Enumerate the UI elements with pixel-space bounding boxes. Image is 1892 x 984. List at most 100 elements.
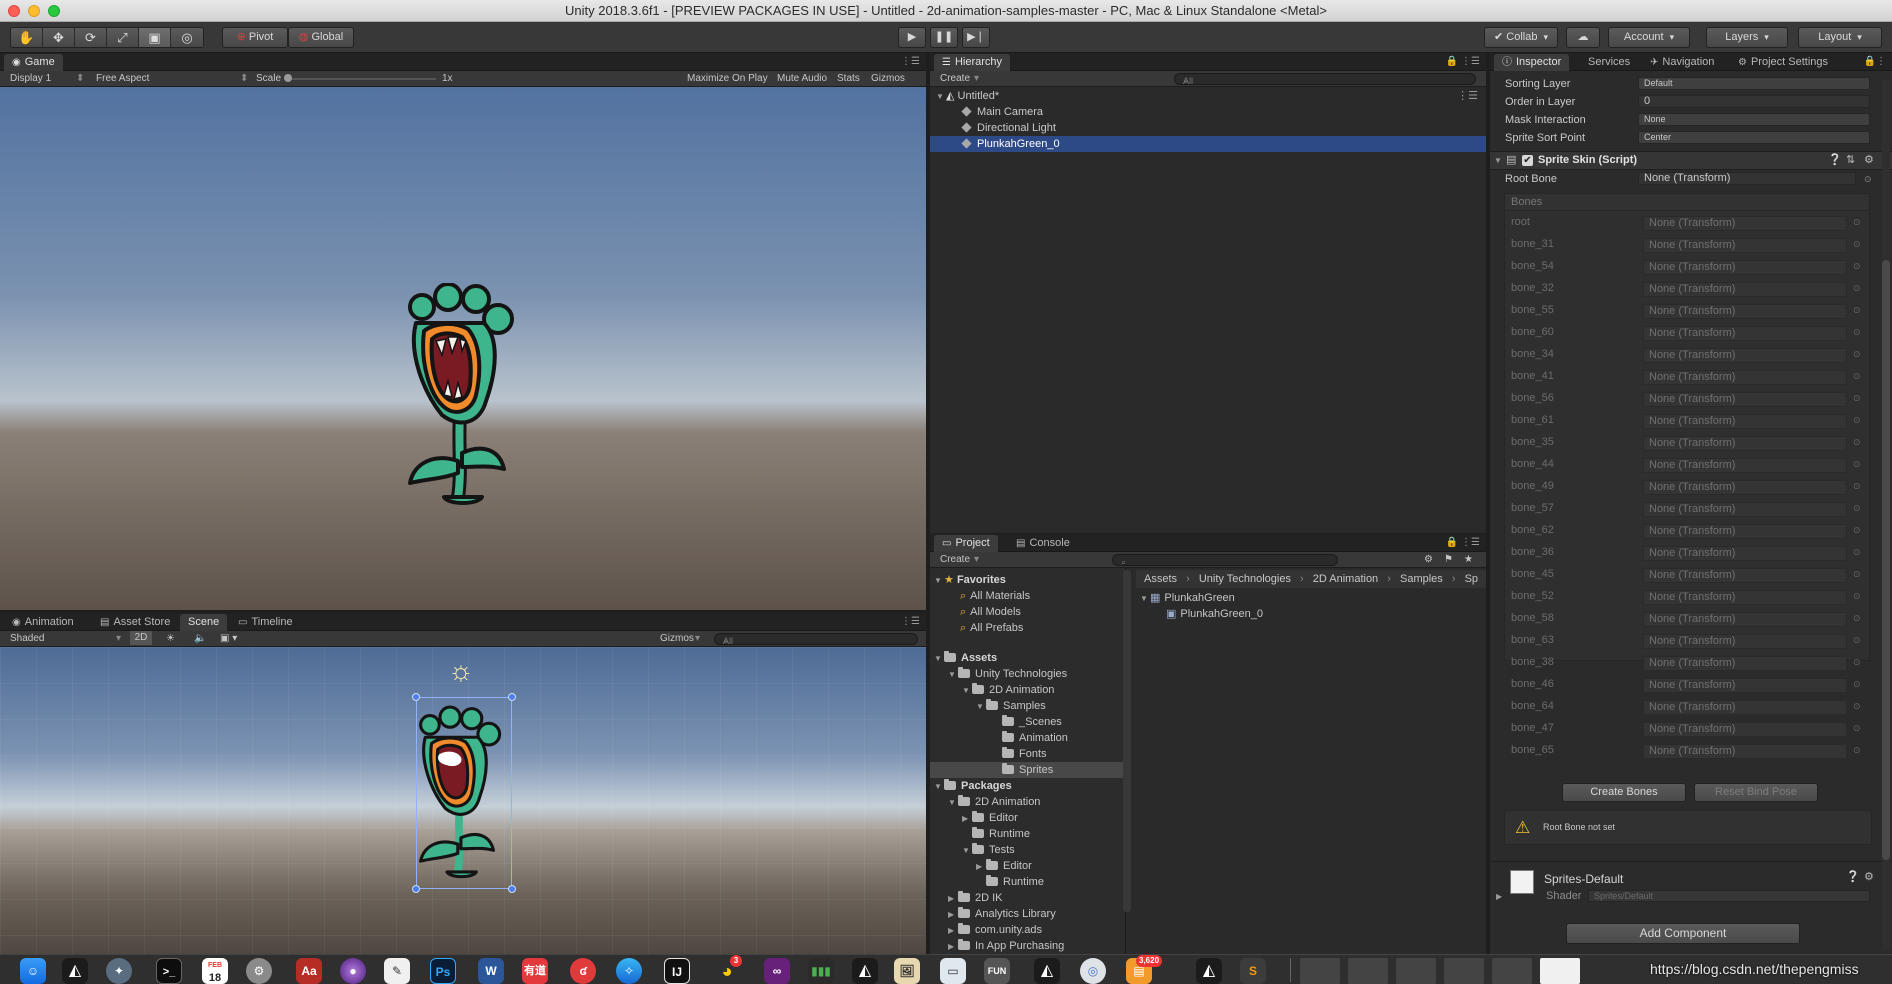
create-bones-button[interactable]: Create Bones [1562,783,1686,802]
filter-by-label-icon[interactable]: ⚑ [1444,554,1453,565]
bone-transform-field[interactable]: None (Transform) [1643,744,1847,759]
tree-unity-technologies[interactable]: ▼ Unity Technologies [948,666,1067,682]
scene-viewport[interactable]: ☼ [0,647,926,954]
object-picker-icon[interactable]: ⊙ [1853,459,1861,470]
unity-project-icon[interactable]: ◭ [1196,958,1222,984]
file-plunkahgreen-0[interactable]: ▣ PlunkahGreen_0 [1166,606,1263,622]
bone-transform-field[interactable]: None (Transform) [1643,326,1847,341]
help-icon[interactable]: ❔ [1828,152,1842,169]
hierarchy-item-directional-light[interactable]: Directional Light [930,120,1486,136]
tab-asset-store[interactable]: ▤ Asset Store [92,614,178,631]
bone-transform-field[interactable]: None (Transform) [1643,392,1847,407]
sprite-skin-header[interactable]: ▼ ▤ ✔ Sprite Skin (Script) ❔ ⇅ ⚙ [1490,151,1892,170]
object-picker-icon[interactable]: ⊙ [1853,613,1861,624]
network-utility-icon[interactable]: ◎ [1080,958,1106,984]
zoom-window-button[interactable] [48,5,60,17]
project-create-dropdown[interactable]: Create [940,554,970,565]
tree-all-materials[interactable]: ⌕ All Materials [960,588,1030,604]
preset-icon[interactable]: ⇅ [1846,152,1855,169]
panel-menu-icon[interactable]: ⋮☰ [901,616,920,627]
bone-transform-field[interactable]: None (Transform) [1643,216,1847,231]
collab-dropdown[interactable]: ✔ Collab [1484,27,1558,48]
move-tool-button[interactable]: ✥ [43,28,75,47]
tree-favorites[interactable]: ▼ ★ Favorites [934,572,1006,588]
tab-project-settings[interactable]: ⚙ Project Settings [1730,54,1836,71]
object-picker-icon[interactable]: ⊙ [1853,657,1861,668]
screenshot-icon[interactable]: ▭ [940,958,966,984]
word-icon[interactable]: W [478,958,504,984]
tree-scenes[interactable]: _Scenes [1002,714,1062,730]
bone-transform-field[interactable]: None (Transform) [1643,414,1847,429]
bone-transform-field[interactable]: None (Transform) [1643,568,1847,583]
pause-button[interactable]: ❚❚ [930,27,958,48]
tree-pkg-runtime[interactable]: Runtime [972,826,1030,842]
sprite-sort-point-dropdown[interactable]: Center [1638,131,1870,144]
object-picker-icon[interactable]: ⊙ [1853,217,1861,228]
bone-transform-field[interactable]: None (Transform) [1643,480,1847,495]
object-picker-icon[interactable]: ⊙ [1853,415,1861,426]
minimized-window-2[interactable] [1348,958,1388,984]
tab-timeline[interactable]: ▭ Timeline [230,614,301,631]
tree-pkg-ads[interactable]: ▶ com.unity.ads [948,922,1042,938]
help-icon[interactable]: ❔ [1846,870,1860,883]
layers-dropdown[interactable]: Layers [1706,27,1788,48]
object-picker-icon[interactable]: ⊙ [1853,635,1861,646]
object-picker-icon[interactable]: ⊙ [1853,701,1861,712]
tree-pkg-2d-ik[interactable]: ▶ 2D IK [948,890,1003,906]
terminal-icon[interactable]: >_ [156,958,182,984]
scale-tool-button[interactable]: ⤢ [107,28,139,47]
object-picker-icon[interactable]: ⊙ [1853,261,1861,272]
effects-toggle-icon[interactable]: ▣ ▾ [220,633,237,644]
tree-pkg-iap[interactable]: ▶ In App Purchasing [948,938,1064,954]
tab-project[interactable]: ▭ Project [934,535,998,552]
directional-light-icon[interactable]: ☼ [448,657,474,685]
tree-pkg-tests[interactable]: ▼ Tests [962,842,1015,858]
object-picker-icon[interactable]: ⊙ [1853,327,1861,338]
bone-transform-field[interactable]: None (Transform) [1643,502,1847,517]
object-picker-icon[interactable]: ⊙ [1853,393,1861,404]
object-picker-icon[interactable]: ⊙ [1853,371,1861,382]
gizmos-dropdown[interactable]: Gizmos [871,73,905,84]
scene-menu-icon[interactable]: ⋮☰ [1457,88,1478,104]
tab-inspector[interactable]: ⓘ Inspector [1494,54,1570,71]
object-picker-icon[interactable]: ⊙ [1853,679,1861,690]
bone-transform-field[interactable]: None (Transform) [1643,260,1847,275]
close-window-button[interactable] [8,5,20,17]
unity-editor-icon[interactable]: ◭ [1034,958,1060,984]
object-picker-icon[interactable]: ⊙ [1853,745,1861,756]
preview-icon[interactable]: 🖼 [894,958,920,984]
tree-sprites[interactable]: Sprites [930,762,1125,778]
order-in-layer-input[interactable]: 0 [1638,95,1870,108]
tab-services[interactable]: Services [1580,54,1638,71]
rect-tool-button[interactable]: ▣ [139,28,171,47]
object-picker-icon[interactable]: ⊙ [1853,239,1861,250]
object-picker-icon[interactable]: ⊙ [1853,723,1861,734]
shading-dropdown[interactable]: Shaded [10,633,44,644]
aspect-dropdown[interactable]: Free Aspect [96,73,149,84]
hierarchy-item-main-camera[interactable]: Main Camera [930,104,1486,120]
tree-packages[interactable]: ▼ Packages [934,778,1012,794]
tree-all-prefabs[interactable]: ⌕ All Prefabs [960,620,1023,636]
youdao-icon[interactable]: 有道 [522,958,548,984]
breadcrumb-sprites[interactable]: Sp [1465,573,1478,585]
object-picker-icon[interactable]: ⊙ [1853,283,1861,294]
bone-transform-field[interactable]: None (Transform) [1643,524,1847,539]
tree-scrollbar[interactable] [1123,570,1131,912]
panel-menu-icon[interactable]: 🔒 ⋮☰ [1446,537,1480,548]
bone-transform-field[interactable]: None (Transform) [1643,590,1847,605]
global-toggle[interactable]: ◍ Global [288,27,354,48]
object-picker-icon[interactable]: ⊙ [1853,569,1861,580]
activity-monitor-icon[interactable]: ▮▮▮ [808,958,834,984]
qq-icon[interactable]: ◕ 3 [714,955,742,984]
project-search-input[interactable]: ⌕ [1112,554,1338,567]
minimized-window-6[interactable] [1540,958,1580,984]
bone-transform-field[interactable]: None (Transform) [1643,700,1847,715]
scene-gizmos-dropdown[interactable]: Gizmos [660,633,694,644]
minimize-window-button[interactable] [28,5,40,17]
inspector-scrollbar-thumb[interactable] [1882,260,1890,860]
maximize-on-play-toggle[interactable]: Maximize On Play [687,73,768,84]
object-picker-icon[interactable]: ⊙ [1853,547,1861,558]
calendar-icon[interactable]: FEB 18 [202,958,228,984]
launchpad-icon[interactable]: ✦ [106,958,132,984]
bone-transform-field[interactable]: None (Transform) [1643,656,1847,671]
